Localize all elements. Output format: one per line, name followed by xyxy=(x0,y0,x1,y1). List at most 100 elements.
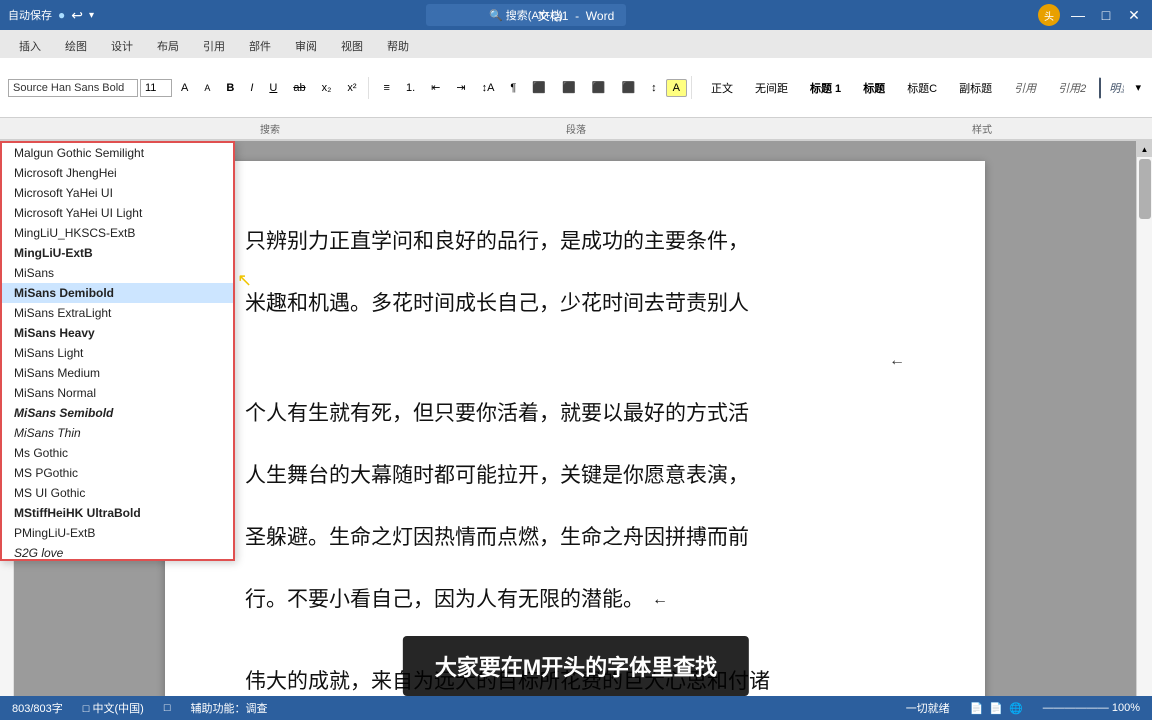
numbering-button[interactable]: 1. xyxy=(399,79,422,97)
font-item-misans-semibold[interactable]: MiSans Semibold xyxy=(2,403,233,423)
subscript-button[interactable]: x₂ xyxy=(315,79,339,97)
ruler-label-para: 段落 xyxy=(566,121,586,136)
font-item-ms-yahei-ui-light[interactable]: Microsoft YaHei UI Light xyxy=(2,203,233,223)
font-item-ms-gothic[interactable]: Ms Gothic xyxy=(2,443,233,463)
font-item-misans-normal[interactable]: MiSans Normal xyxy=(2,383,233,403)
tab-design[interactable]: 设计 xyxy=(100,33,144,58)
font-item-misans-heavy[interactable]: MiSans Heavy xyxy=(2,323,233,343)
scroll-thumb[interactable] xyxy=(1139,159,1151,219)
font-size-increase[interactable]: A xyxy=(174,79,195,97)
tab-layout[interactable]: 布局 xyxy=(146,33,190,58)
ribbon-toolbar: 11 A A B I U ab x₂ x² ≡ 1. ⇤ ⇥ ↕A ¶ ⬛ ⬛ … xyxy=(0,58,1152,118)
style-quote2[interactable]: 引用2 xyxy=(1049,77,1095,99)
quick-access-undo[interactable]: ↩ xyxy=(71,7,83,24)
tab-help[interactable]: 帮助 xyxy=(376,33,420,58)
track-changes-status[interactable]: □ xyxy=(164,702,171,714)
doc-paragraph-1: 只辨别力正直学问和良好的品行，是成功的主要条件， xyxy=(245,221,905,263)
scroll-track[interactable] xyxy=(1137,157,1152,703)
read-view-button[interactable]: 📄 xyxy=(970,702,984,715)
status-bar: 803/803字 □ 中文(中国) □ 辅助功能：调查 一切就绪 📄 📄 🌐 —… xyxy=(0,696,1152,720)
indent-left[interactable]: ⇤ xyxy=(424,78,447,97)
align-right[interactable]: ⬛ xyxy=(585,78,613,97)
font-item-misans-thin[interactable]: MiSans Thin xyxy=(2,423,233,443)
show-marks-button[interactable]: ¶ xyxy=(503,79,523,97)
print-view-button[interactable]: 📄 xyxy=(989,702,1003,715)
paragraph-marker-2: ← xyxy=(652,584,668,616)
font-item-misans-light[interactable]: MiSans Light xyxy=(2,343,233,363)
font-item-misans[interactable]: MiSans xyxy=(2,263,233,283)
font-item-mingliu-extb[interactable]: MingLiU-ExtB xyxy=(2,243,233,263)
title-right: 头 — □ ✕ xyxy=(1038,4,1144,26)
superscript-button[interactable]: x² xyxy=(340,79,363,97)
font-item-malgun-semilight[interactable]: Malgun Gothic Semilight xyxy=(2,143,233,163)
tab-view[interactable]: 视图 xyxy=(330,33,374,58)
tab-draw[interactable]: 绘图 xyxy=(54,33,98,58)
maximize-button[interactable]: □ xyxy=(1096,5,1116,25)
font-name-input[interactable] xyxy=(8,79,138,97)
view-buttons: 📄 📄 🌐 xyxy=(970,702,1023,715)
line-spacing-button[interactable]: ↕ xyxy=(644,79,664,97)
styles-area: 正文 无间距 标题 1 标题 标题C 副标题 引用 引用2 明显引用 明显强调 … xyxy=(696,75,1124,101)
style-nospace[interactable]: 无间距 xyxy=(746,77,797,99)
font-size-input[interactable]: 11 xyxy=(140,79,172,97)
style-heading1[interactable]: 标题 1 xyxy=(801,77,850,99)
web-view-button[interactable]: 🌐 xyxy=(1009,702,1023,715)
word-count: 803/803字 xyxy=(12,700,63,716)
auto-save-label: 自动保存 xyxy=(8,7,52,23)
font-item-pminglius[interactable]: PMingLiU-ExtB xyxy=(2,523,233,543)
style-normal[interactable]: 正文 xyxy=(702,77,742,99)
font-item-s2g-love[interactable]: S2G love xyxy=(2,543,233,561)
edit-mode-status: 一切就绪 xyxy=(906,700,950,716)
search-icon: 🔍 xyxy=(489,10,503,22)
scrollbar-right: ▲ ▼ xyxy=(1136,141,1152,719)
user-avatar[interactable]: 头 xyxy=(1038,4,1060,26)
style-heading[interactable]: 标题 xyxy=(854,77,894,99)
font-group: 11 A A B I U ab x₂ x² xyxy=(4,77,369,99)
auto-save-toggle[interactable]: ● xyxy=(58,8,65,22)
paragraph-marker-1: ← xyxy=(245,345,905,377)
tab-parts[interactable]: 部件 xyxy=(238,33,282,58)
shading-button[interactable]: A xyxy=(666,79,687,97)
strikethrough-button[interactable]: ab xyxy=(286,79,312,97)
style-quote[interactable]: 引用 xyxy=(1005,77,1045,99)
scroll-up-button[interactable]: ▲ xyxy=(1137,141,1152,157)
underline-button[interactable]: U xyxy=(262,79,284,97)
tab-insert[interactable]: 插入 xyxy=(8,33,52,58)
align-left[interactable]: ⬛ xyxy=(525,78,553,97)
font-size-decrease[interactable]: A xyxy=(197,80,217,96)
doc-paragraph-4: 人生舞台的大幕随时都可能拉开，关键是你愿意表演， xyxy=(245,455,905,497)
style-intense-quote[interactable]: 明显引用 xyxy=(1099,77,1124,99)
font-item-mingliu-hkscs[interactable]: MingLiU_HKSCS-ExtB xyxy=(2,223,233,243)
font-item-misans-demibold[interactable]: MiSans Demibold xyxy=(2,283,233,303)
align-center[interactable]: ⬛ xyxy=(555,78,583,97)
language: □ 中文(中国) xyxy=(83,700,144,716)
ruler: 搜索 样式 段落 xyxy=(0,118,1152,140)
sort-button[interactable]: ↕A xyxy=(475,79,502,97)
italic-button[interactable]: I xyxy=(243,79,260,97)
bullets-button[interactable]: ≡ xyxy=(377,79,397,97)
font-item-misans-extralight[interactable]: MiSans ExtraLight xyxy=(2,303,233,323)
title-left: 自动保存 ● ↩ ▾ xyxy=(8,7,94,24)
accessibility-status[interactable]: 辅助功能：调查 xyxy=(190,700,267,716)
font-dropdown: Malgun Gothic Semilight Microsoft JhengH… xyxy=(0,141,235,561)
ruler-label-search: 搜索 xyxy=(260,121,280,136)
doc-paragraph-5: 圣躲避。生命之灯因热情而点燃，生命之舟因拼搏而前 xyxy=(245,517,905,559)
font-item-mstiffheihk[interactable]: MStiffHeiHK UltraBold xyxy=(2,503,233,523)
font-item-misans-medium[interactable]: MiSans Medium xyxy=(2,363,233,383)
font-item-ms-ui-gothic[interactable]: MS UI Gothic xyxy=(2,483,233,503)
styles-expand-button[interactable]: ▾ xyxy=(1128,78,1148,97)
tab-review[interactable]: 审阅 xyxy=(284,33,328,58)
doc-paragraph-6: 行。不要小看自己，因为人有无限的潜能。 ← xyxy=(245,579,905,621)
close-button[interactable]: ✕ xyxy=(1124,5,1144,25)
style-subtitle[interactable]: 副标题 xyxy=(950,77,1001,99)
minimize-button[interactable]: — xyxy=(1068,5,1088,25)
style-headingc[interactable]: 标题C xyxy=(898,77,946,99)
indent-right[interactable]: ⇥ xyxy=(449,78,472,97)
font-item-ms-pgothic[interactable]: MS PGothic xyxy=(2,463,233,483)
font-item-ms-yahei-ui[interactable]: Microsoft YaHei UI xyxy=(2,183,233,203)
align-justify[interactable]: ⬛ xyxy=(614,78,642,97)
tab-references[interactable]: 引用 xyxy=(192,33,236,58)
ribbon: 插入 绘图 设计 布局 引用 部件 审阅 视图 帮助 11 A A B I U … xyxy=(0,30,1152,141)
bold-button[interactable]: B xyxy=(219,79,241,97)
font-item-ms-jhenghei[interactable]: Microsoft JhengHei xyxy=(2,163,233,183)
